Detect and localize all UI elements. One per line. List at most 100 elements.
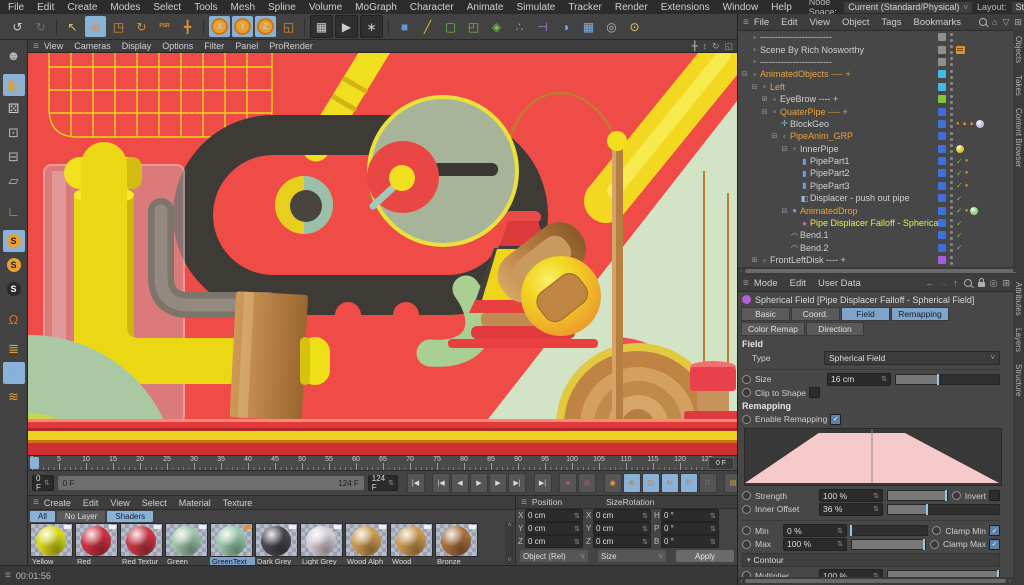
snap-magnet-button[interactable]: Ω <box>3 308 25 330</box>
om-menu-edit[interactable]: Edit <box>781 17 797 28</box>
layer-color-swatch[interactable] <box>938 182 946 190</box>
material-yellow[interactable]: Yellow <box>30 523 74 567</box>
tab-basic[interactable]: Basic <box>741 307 790 321</box>
tab-coord[interactable]: Coord. <box>791 307 840 321</box>
enabled-check-icon[interactable]: ✓ <box>956 181 963 190</box>
up-icon[interactable]: ↑ <box>953 278 958 288</box>
search-icon[interactable] <box>979 18 987 26</box>
menu-simulate[interactable]: Simulate <box>516 2 555 13</box>
layer-color-swatch[interactable] <box>938 194 946 202</box>
scroll-left-icon[interactable]: ‹ <box>740 578 742 585</box>
model-mode-button[interactable]: ☻ <box>3 44 25 66</box>
panel-tab-structure[interactable]: Structure <box>1014 364 1023 396</box>
visibility-dots[interactable] <box>949 231 953 240</box>
expand-icon[interactable]: ⊞ <box>750 256 759 264</box>
object-row-blockgeo[interactable]: ✛BlockGeo●▲▲ <box>738 118 1024 130</box>
node-space-select[interactable]: Current (Standard/Physical)˅ <box>843 1 973 14</box>
visibility-dots[interactable] <box>949 194 953 203</box>
contour-section-header[interactable]: ▾ Contour <box>742 553 1000 567</box>
target-icon[interactable]: ◎ <box>990 278 998 289</box>
material-thumbnail[interactable] <box>210 523 253 557</box>
object-row-pipe-displacer-falloff-spherical-field[interactable]: ●Pipe Displacer Falloff - Spherical Fiel… <box>738 217 1024 229</box>
play-button[interactable]: ▶ <box>470 473 488 493</box>
menu-edit[interactable]: Edit <box>37 2 54 13</box>
object-row-quaterpipe[interactable]: ⊟◦QuaterPipe ---- + <box>738 105 1024 117</box>
menu-animate[interactable]: Animate <box>467 2 504 13</box>
goto-end-button[interactable]: ▶| <box>534 473 552 493</box>
material-red-textur[interactable]: Red Textur <box>120 523 164 567</box>
rotate-view-icon[interactable]: ↻ <box>712 41 720 52</box>
size-slider[interactable] <box>895 374 1000 385</box>
add-panel-icon[interactable]: ⊞ <box>1002 278 1010 289</box>
materials-scrollbar[interactable]: ˄˅ <box>505 522 514 564</box>
planar-workplane-button[interactable]: ≣ <box>3 362 25 384</box>
viewport-menu-display[interactable]: Display <box>122 41 152 51</box>
polygons-mode-button[interactable]: ▱ <box>3 170 25 192</box>
material-thumbnail[interactable] <box>75 523 118 557</box>
max-slider[interactable] <box>851 539 926 550</box>
filter-icon[interactable]: ▽ <box>1002 17 1009 28</box>
keyframe-dot[interactable] <box>742 491 751 500</box>
attr-menu-mode[interactable]: Mode <box>754 278 778 289</box>
visibility-dots[interactable] <box>949 82 953 91</box>
menu-mograph[interactable]: MoGraph <box>355 2 397 13</box>
keyframe-dot[interactable] <box>930 540 939 549</box>
toggle-view-icon[interactable]: ◱ <box>724 41 733 52</box>
om-menu-file[interactable]: File <box>754 17 769 28</box>
layer-color-swatch[interactable] <box>938 157 946 165</box>
layer-color-swatch[interactable] <box>938 132 946 140</box>
collapse-icon[interactable]: ⊟ <box>750 83 759 91</box>
viewport-canvas[interactable] <box>28 53 737 455</box>
record-scale-button[interactable]: ◳ <box>642 473 660 493</box>
render-view-button[interactable]: ▦ <box>310 15 333 38</box>
position-y-input[interactable]: 0 cm⇅ <box>525 522 583 535</box>
add-cube-button[interactable]: ■ <box>394 16 415 37</box>
keyframe-selection-button[interactable]: ◉ <box>604 473 622 493</box>
filter-all[interactable]: All <box>30 511 55 522</box>
light-object-button[interactable]: ⊙ <box>624 16 645 37</box>
material-thumbnail[interactable] <box>390 523 433 557</box>
deformer-button[interactable]: ◈ <box>486 16 507 37</box>
object-row-null[interactable]: ◦------------------------ <box>738 31 1024 43</box>
keyframe-dot[interactable] <box>932 526 941 535</box>
hamburger-icon[interactable]: ≡ <box>521 497 527 508</box>
material-menu-view[interactable]: View <box>110 498 129 508</box>
object-row-scene-by-rich-nosworthy[interactable]: ◦Scene By Rich Nosworthy <box>738 43 1024 55</box>
object-row-displacer-push-out-pipe[interactable]: ◧Displacer - push out pipe✓ <box>738 192 1024 204</box>
forward-icon[interactable]: → <box>939 278 948 288</box>
add-panel-icon[interactable]: ⊞ <box>1014 17 1022 28</box>
object-row-pipepart1[interactable]: ▮PipePart1✓● <box>738 155 1024 167</box>
material-red[interactable]: Red <box>75 523 119 567</box>
max-input[interactable]: 100 %⇅ <box>783 538 847 551</box>
keyframe-dot-icon[interactable]: ● <box>965 183 969 189</box>
ruler-frame-field[interactable]: 0 F <box>708 457 734 470</box>
material-light-grey[interactable]: Light Grey <box>300 523 344 567</box>
lock-x-axis-button[interactable]: X <box>209 16 230 37</box>
enabled-check-icon[interactable]: ✓ <box>956 206 963 215</box>
layer-color-swatch[interactable] <box>938 95 946 103</box>
keyframe-dot[interactable] <box>742 375 751 384</box>
enabled-check-icon[interactable]: ✓ <box>956 219 963 228</box>
material-bronze[interactable]: Bronze <box>435 523 479 567</box>
rotation-p-input[interactable]: 0 °⇅ <box>661 522 719 535</box>
scale-tool-button[interactable]: ◳ <box>108 16 129 37</box>
keyframe-dot[interactable] <box>742 540 751 549</box>
om-menu-object[interactable]: Object <box>842 17 869 28</box>
pan-view-icon[interactable]: ╋ <box>692 41 697 52</box>
camera-object-button[interactable]: ◎ <box>601 16 622 37</box>
apply-button[interactable]: Apply <box>676 550 734 562</box>
object-row-pipepart3[interactable]: ▮PipePart3✓● <box>738 180 1024 192</box>
object-row-left[interactable]: ⊟◦Left <box>738 81 1024 93</box>
next-key-button[interactable]: ▶| <box>508 473 526 493</box>
current-frame-field[interactable]: 0 F⇅ <box>32 475 54 491</box>
tab-field[interactable]: Field <box>841 307 890 321</box>
next-frame-button[interactable]: ▶ <box>489 473 507 493</box>
menu-character[interactable]: Character <box>410 2 454 13</box>
live-selection-button[interactable]: ↖ <box>62 16 83 37</box>
enable-axis-button[interactable]: S <box>3 230 25 252</box>
timeline-ruler[interactable]: 0510152025303540455055606570758085909510… <box>28 455 737 470</box>
psr-tool-button[interactable]: PSR <box>154 16 175 37</box>
clamp-min-checkbox[interactable] <box>989 525 1000 536</box>
menu-modes[interactable]: Modes <box>110 2 140 13</box>
record-position-button[interactable]: ⊕ <box>623 473 641 493</box>
